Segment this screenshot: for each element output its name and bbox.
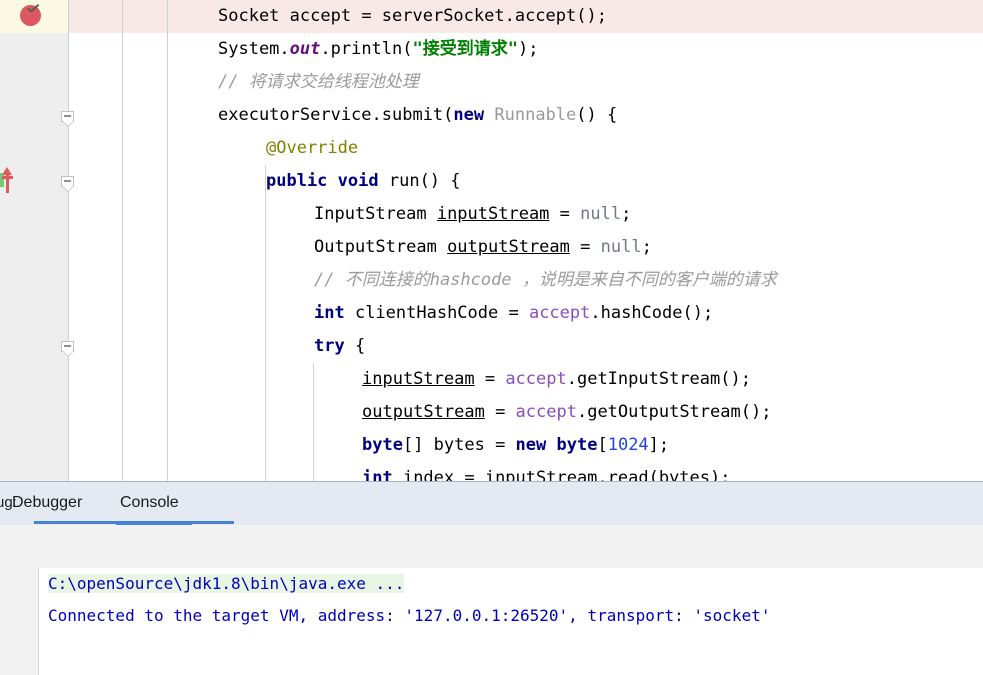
code-token: .println( xyxy=(320,39,413,59)
code-token: // 将请求交给线程池处理 xyxy=(218,72,419,92)
code-token: inputStream xyxy=(436,204,550,224)
code-token: InputStream xyxy=(314,204,437,224)
code-line[interactable]: int clientHashCode = accept.hashCode(); xyxy=(0,297,983,330)
code-token: ; xyxy=(641,237,652,257)
console-line-text: Connected to the target VM, address: '12… xyxy=(48,606,771,625)
code-line[interactable]: executorService.submit(new Runnable() { xyxy=(0,99,983,132)
code-token: accept xyxy=(505,369,567,389)
code-token: [ xyxy=(597,435,608,455)
code-text-layer[interactable]: Socket accept = serverSocket.accept(); Sy… xyxy=(0,0,983,481)
code-token: // 不同连接的hashcode ，说明是来自不同的客户端的请求 xyxy=(314,270,777,290)
console-line: Connected to the target VM, address: '12… xyxy=(48,600,983,632)
code-token: .hashCode(); xyxy=(590,303,714,323)
code-token: System. xyxy=(218,39,290,59)
code-token: outputStream xyxy=(362,402,485,422)
code-token: new xyxy=(515,435,547,455)
tab-debugger[interactable]: Debugger xyxy=(12,494,82,512)
code-token: OutputStream xyxy=(314,237,448,257)
code-token: Runnable xyxy=(494,105,577,125)
code-token: = xyxy=(484,402,516,422)
code-line[interactable]: // 将请求交给线程池处理 xyxy=(0,66,983,99)
code-line[interactable]: System.out.println("接受到请求"); xyxy=(0,33,983,66)
code-token: index = inputStream.read(bytes); xyxy=(392,468,731,481)
console-gutter xyxy=(0,568,39,675)
code-token: = xyxy=(474,369,506,389)
code-line[interactable]: InputStream inputStream = null; xyxy=(0,198,983,231)
code-token: inputStream xyxy=(362,369,475,389)
code-token: ]; xyxy=(648,435,670,455)
code-token: Socket xyxy=(218,6,290,26)
code-token: accept xyxy=(289,6,352,26)
code-editor[interactable]: Socket accept = serverSocket.accept(); Sy… xyxy=(0,0,983,481)
console-output-area[interactable]: C:\openSource\jdk1.8\bin\java.exe ... Con… xyxy=(0,568,983,675)
code-token: .getOutputStream(); xyxy=(576,402,772,422)
debug-sub-toolbar xyxy=(0,525,983,569)
console-line-text: C:\openSource\jdk1.8\bin\java.exe ... xyxy=(48,574,405,593)
code-token: 1024 xyxy=(607,435,649,455)
code-token: ); xyxy=(517,39,539,59)
code-line[interactable]: public void run() { xyxy=(0,165,983,198)
tab-console-underline xyxy=(116,522,192,525)
code-token: .getInputStream(); xyxy=(566,369,751,389)
code-token: null xyxy=(600,237,642,257)
code-token: byte xyxy=(556,435,598,455)
code-token: clientHashCode = xyxy=(344,303,529,323)
code-line[interactable]: inputStream = accept.getInputStream(); xyxy=(0,363,983,396)
code-line[interactable]: @Override xyxy=(0,132,983,165)
code-line[interactable]: Socket accept = serverSocket.accept(); xyxy=(0,0,983,33)
code-token: { xyxy=(344,336,366,356)
code-token: public xyxy=(266,171,328,191)
code-token: run() { xyxy=(378,171,461,191)
code-token: out xyxy=(289,39,321,59)
code-token: try xyxy=(314,336,345,356)
tab-console[interactable]: Console xyxy=(120,494,179,512)
code-token: ; xyxy=(621,204,632,224)
code-line[interactable]: // 不同连接的hashcode ，说明是来自不同的客户端的请求 xyxy=(0,264,983,297)
code-token: outputStream xyxy=(447,237,570,257)
console-line: C:\openSource\jdk1.8\bin\java.exe ... xyxy=(48,568,983,600)
code-token: executorService.submit( xyxy=(218,105,454,125)
code-token: int xyxy=(314,303,345,323)
code-line[interactable]: try { xyxy=(0,330,983,363)
code-token: @Override xyxy=(266,138,359,158)
code-token: void xyxy=(337,171,379,191)
code-token: accept xyxy=(515,402,577,422)
code-line[interactable]: outputStream = accept.getOutputStream(); xyxy=(0,396,983,429)
code-token: byte xyxy=(362,435,403,455)
code-line[interactable]: byte[] bytes = new byte[1024]; xyxy=(0,429,983,462)
code-token: [] bytes = xyxy=(402,435,516,455)
code-token: = xyxy=(569,237,601,257)
code-token: null xyxy=(580,204,622,224)
code-token: "接受到请求" xyxy=(412,39,518,59)
code-token: accept xyxy=(528,303,591,323)
console-lines: C:\openSource\jdk1.8\bin\java.exe ... Con… xyxy=(48,568,983,632)
code-token: () { xyxy=(576,105,618,125)
code-token: int xyxy=(362,468,393,481)
code-line[interactable]: OutputStream outputStream = null; xyxy=(0,231,983,264)
code-token: new xyxy=(453,105,485,125)
code-token: = xyxy=(549,204,581,224)
debug-tool-window: ug: BioServerTest × Debugger Console xyxy=(0,481,983,675)
code-token: = serverSocket.accept(); xyxy=(351,6,607,26)
ide-window: Socket accept = serverSocket.accept(); Sy… xyxy=(0,0,983,675)
code-line[interactable]: int index = inputStream.read(bytes); xyxy=(0,462,983,481)
